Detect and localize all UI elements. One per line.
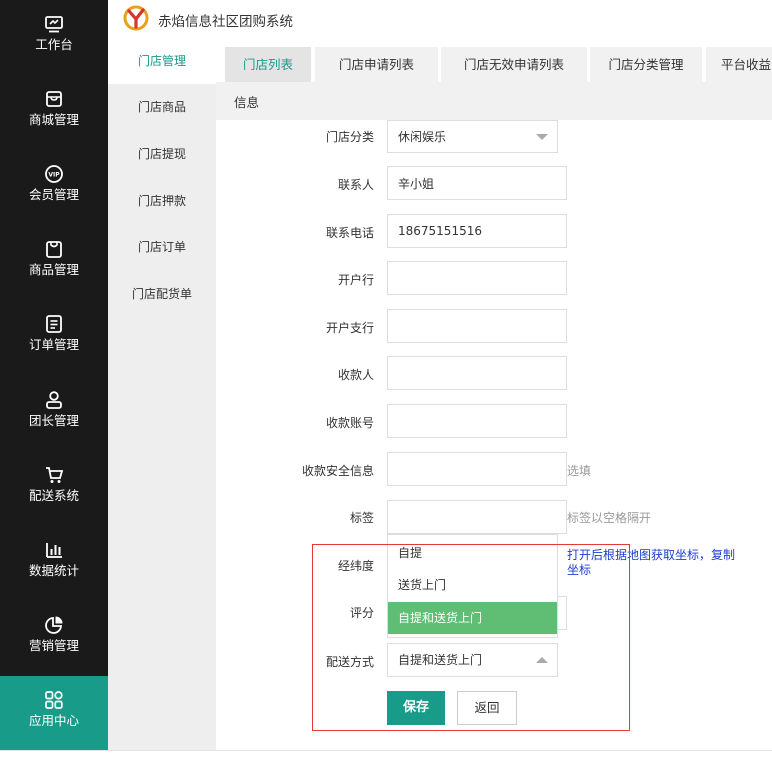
chevron-up-icon — [536, 657, 548, 663]
delivery-option-both[interactable]: 自提和送货上门 — [388, 602, 557, 634]
category-value: 休闲娱乐 — [398, 130, 447, 144]
nav-item-workbench[interactable]: 工作台 — [0, 0, 108, 75]
subnav-item-store-withdraw[interactable]: 门店提现 — [108, 131, 216, 177]
nav-item-mall[interactable]: 商城管理 — [0, 75, 108, 150]
subnav-item-store-management[interactable]: 门店管理 — [108, 38, 216, 84]
security-hint: 选填 — [567, 464, 592, 478]
tab-category-management[interactable]: 门店分类管理 — [590, 47, 702, 82]
nav-item-goods[interactable]: 商品管理 — [0, 225, 108, 300]
subnav-item-store-dispatch[interactable]: 门店配货单 — [108, 271, 216, 317]
delivery-option-home-delivery[interactable]: 送货上门 — [388, 569, 557, 601]
nav-item-marketing[interactable]: 营销管理 — [0, 601, 108, 676]
nav-label: 配送系统 — [28, 488, 79, 503]
pie-chart-icon — [44, 615, 64, 635]
security-label: 收款安全信息 — [301, 464, 374, 478]
app-logo — [123, 5, 149, 31]
delivery-value: 自提和送货上门 — [398, 653, 483, 667]
tab-bar: 门店列表 门店申请列表 门店无效申请列表 门店分类管理 平台收益 — [216, 38, 772, 82]
subnav-item-store-goods[interactable]: 门店商品 — [108, 84, 216, 130]
payee-label: 收款人 — [337, 368, 374, 382]
security-input[interactable] — [387, 452, 567, 486]
nav-label: 订单管理 — [28, 337, 79, 352]
nav-label: 商品管理 — [28, 262, 79, 277]
subnav-item-store-deposit[interactable]: 门店押款 — [108, 178, 216, 224]
tags-hint: 标签以空格隔开 — [567, 511, 652, 525]
nav-label: 数据统计 — [28, 563, 79, 578]
nav-item-app-center[interactable]: 应用中心 — [0, 676, 108, 751]
apps-grid-icon — [44, 690, 64, 710]
delivery-option-pickup[interactable]: 自提 — [388, 537, 557, 569]
info-label: 信息 — [234, 95, 260, 110]
nav-label: 应用中心 — [28, 713, 79, 728]
back-button[interactable]: 返回 — [457, 691, 517, 725]
nav-item-delivery[interactable]: 配送系统 — [0, 451, 108, 526]
nav-label: 营销管理 — [28, 638, 79, 653]
tab-store-list[interactable]: 门店列表 — [225, 47, 311, 82]
tab-store-applications[interactable]: 门店申请列表 — [315, 47, 438, 82]
category-select[interactable]: 休闲娱乐 — [387, 120, 558, 153]
tab-platform-revenue[interactable]: 平台收益 — [706, 47, 772, 82]
delivery-options-list: 自提 送货上门 自提和送货上门 — [387, 534, 558, 638]
nav-item-statistics[interactable]: 数据统计 — [0, 526, 108, 601]
nav-item-leaders[interactable]: 团长管理 — [0, 376, 108, 451]
app-title: 赤焰信息社区团购系统 — [158, 14, 293, 30]
nav-label: 团长管理 — [28, 413, 79, 428]
store-form: 门店分类 休闲娱乐 联系人 联系电话 开户行 开户支行 收款人 收款账号 收款安… — [216, 120, 772, 750]
bar-chart-icon — [44, 540, 64, 560]
phone-input[interactable] — [387, 214, 567, 248]
nav-label: 会员管理 — [28, 187, 79, 202]
chevron-down-icon — [536, 134, 548, 140]
bank-input[interactable] — [387, 261, 567, 295]
subnav-item-store-orders[interactable]: 门店订单 — [108, 224, 216, 270]
order-icon — [44, 314, 64, 334]
payee-input[interactable] — [387, 356, 567, 390]
tags-label: 标签 — [349, 511, 374, 525]
branch-label: 开户支行 — [325, 321, 374, 335]
contact-input[interactable] — [387, 166, 567, 200]
bottom-strip — [0, 750, 772, 757]
category-label: 门店分类 — [325, 130, 374, 144]
tab-invalid-applications[interactable]: 门店无效申请列表 — [441, 47, 587, 82]
contact-label: 联系人 — [337, 178, 374, 192]
rating-label: 评分 — [349, 606, 374, 620]
cart-icon — [44, 465, 64, 485]
nav-item-members[interactable]: VIP 会员管理 — [0, 150, 108, 225]
svg-text:VIP: VIP — [48, 172, 60, 179]
map-coordinate-link[interactable]: 打开后根据地图获取坐标，复制坐标 — [567, 548, 742, 578]
leader-icon — [44, 390, 64, 410]
save-button[interactable]: 保存 — [387, 691, 445, 725]
store-icon — [44, 89, 64, 109]
vip-icon: VIP — [44, 164, 64, 184]
latlng-label: 经纬度 — [337, 559, 374, 573]
info-bar: 信息 — [216, 82, 772, 120]
account-input[interactable] — [387, 404, 567, 438]
monitor-icon — [44, 14, 64, 34]
bank-label: 开户行 — [337, 273, 374, 287]
account-label: 收款账号 — [325, 416, 374, 430]
nav-item-orders[interactable]: 订单管理 — [0, 300, 108, 375]
delivery-label: 配送方式 — [325, 655, 374, 669]
delivery-select[interactable]: 自提和送货上门 — [387, 643, 558, 677]
top-header: 赤焰信息社区团购系统 — [108, 0, 772, 38]
goods-icon — [44, 239, 64, 259]
nav-label: 工作台 — [35, 37, 73, 52]
sub-sidebar: 门店管理 门店商品 门店提现 门店押款 门店订单 门店配货单 — [108, 38, 216, 750]
phone-label: 联系电话 — [325, 226, 374, 240]
tags-input[interactable] — [387, 500, 567, 534]
branch-input[interactable] — [387, 309, 567, 343]
nav-label: 商城管理 — [28, 112, 79, 127]
main-sidebar: 工作台 商城管理 VIP 会员管理 商品管理 订单管理 团长管理 配送系统 数据… — [0, 0, 108, 751]
